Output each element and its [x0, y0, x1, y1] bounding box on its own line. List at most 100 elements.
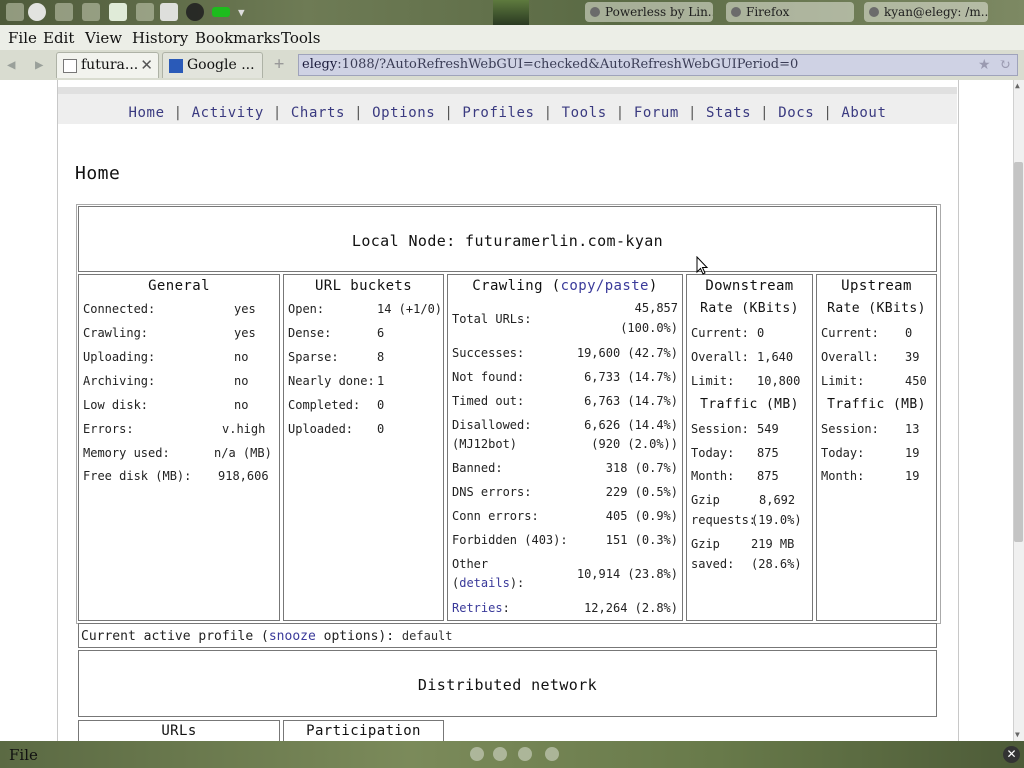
bucket-value: 8: [377, 350, 385, 364]
search-icon[interactable]: [545, 747, 559, 761]
menu-tools[interactable]: Tools: [281, 29, 320, 47]
nav-home[interactable]: Home: [128, 105, 164, 121]
crawl-label-text: ):: [509, 576, 525, 590]
site-nav: Home | Activity | Charts | Options | Profiles | To…: [58, 87, 957, 124]
desktop-thumbnail-icon[interactable]: [493, 0, 529, 25]
general-value: yes: [234, 326, 256, 340]
scroll-down-icon[interactable]: ▼: [1015, 730, 1020, 739]
forward-arrow-icon[interactable]: ▶: [35, 57, 43, 73]
nav-forum[interactable]: Forum: [634, 105, 679, 121]
nav-profiles[interactable]: Profiles: [462, 105, 534, 121]
nav-separator: |: [823, 105, 833, 121]
crawl-label: Not found:: [452, 370, 525, 384]
upstream-value: 450: [905, 374, 927, 388]
nav-stats[interactable]: Stats: [706, 105, 751, 121]
nav-charts[interactable]: Charts: [291, 105, 345, 121]
downstream-label: Gzip: [691, 537, 720, 551]
retries-link[interactable]: Retries: [452, 601, 503, 615]
crawling-title: Crawling (copy/paste): [448, 278, 682, 294]
trash-icon[interactable]: [160, 3, 178, 21]
upstream-value: 19: [905, 446, 920, 460]
general-label: Errors:: [83, 422, 134, 436]
tab-label: futura...: [81, 57, 139, 73]
downstream-label: Month:: [691, 469, 735, 483]
crawl-value: 45,857: [634, 301, 678, 315]
bookmark-star-icon[interactable]: ★: [978, 55, 991, 75]
media-icon[interactable]: [186, 3, 204, 21]
downstream-label: saved:: [691, 557, 735, 571]
nav-about[interactable]: About: [841, 105, 886, 121]
nav-activity[interactable]: Activity: [192, 105, 264, 121]
crawling-title-text: Crawling (: [472, 278, 561, 294]
nav-separator: |: [272, 105, 282, 121]
app-menu-icon[interactable]: [6, 3, 24, 21]
status-bar: File ✕: [0, 741, 1024, 768]
crawl-value: 10,914 (23.8%): [576, 567, 678, 581]
nav-docs[interactable]: Docs: [778, 105, 814, 121]
tab-google[interactable]: Google ...: [162, 52, 263, 78]
crawl-label: Conn errors:: [452, 509, 539, 523]
general-panel: General Connected: yes Crawling: yes Upl…: [78, 274, 280, 621]
scrollbar-thumb[interactable]: [1014, 162, 1023, 542]
menu-view[interactable]: View: [85, 29, 122, 47]
general-label: Archiving:: [83, 374, 156, 388]
nav-links: Home | Activity | Charts | Options | Profiles | To…: [58, 105, 957, 121]
menu-history[interactable]: History: [132, 29, 188, 47]
notes-icon[interactable]: [109, 3, 127, 21]
close-icon[interactable]: ✕: [1003, 746, 1020, 763]
launcher-icon[interactable]: [55, 3, 73, 21]
scroll-up-icon[interactable]: ▲: [1015, 81, 1020, 90]
firefox-icon: [731, 7, 741, 17]
tab-label: Google ...: [187, 57, 255, 73]
url-host: elegy: [302, 57, 338, 72]
nav-tools[interactable]: Tools: [562, 105, 607, 121]
chevron-down-icon[interactable]: ▼: [238, 6, 245, 19]
profile-row: Current active profile (snooze options):…: [78, 623, 937, 648]
taskbar-window-terminal[interactable]: kyan@elegy: /m...: [864, 2, 988, 22]
menu-bookmarks[interactable]: Bookmarks: [195, 29, 280, 47]
pen-icon[interactable]: [470, 747, 484, 761]
downstream-rate-header: Rate (KBits): [700, 301, 799, 316]
crawl-value: 12,264 (2.8%): [584, 601, 678, 615]
bucket-label: Uploaded:: [288, 422, 354, 436]
downstream-value: (28.6%): [751, 557, 802, 571]
new-tab-icon[interactable]: +: [274, 54, 284, 74]
tools-icon[interactable]: [82, 3, 100, 21]
upstream-panel: Upstream Rate (KBits) Current: 0 Overall…: [816, 274, 937, 621]
downstream-label: Today:: [691, 446, 735, 460]
terminal-window-icon: [869, 7, 879, 17]
globe-icon[interactable]: [518, 747, 532, 761]
music-icon[interactable]: [493, 747, 507, 761]
crawling-title-text: ): [648, 278, 658, 294]
url-bar[interactable]: elegy:1088/?AutoRefreshWebGUI=checked&Au…: [298, 54, 1018, 76]
reload-icon[interactable]: ↻: [999, 55, 1011, 75]
taskbar-window-firefox[interactable]: Firefox: [726, 2, 854, 22]
terminal-icon[interactable]: [136, 3, 154, 21]
snooze-link[interactable]: snooze: [269, 629, 316, 644]
bucket-value: 1: [377, 374, 385, 388]
general-label: Free disk (MB):: [83, 469, 192, 483]
bucket-value: 14 (+1/0): [377, 302, 443, 316]
general-value: no: [234, 350, 249, 364]
bucket-label: Completed:: [288, 398, 361, 412]
profile-label: options):: [315, 629, 395, 644]
menu-file[interactable]: File: [8, 29, 37, 47]
back-arrow-icon[interactable]: ◀: [7, 57, 15, 73]
downstream-value: 10,800: [757, 374, 801, 388]
menu-edit[interactable]: Edit: [43, 29, 74, 47]
profile-label: Current active profile (: [81, 629, 269, 644]
taskbar-window-powerless[interactable]: Powerless by Lin...: [585, 2, 713, 22]
distributed-network-title: Distributed network: [417, 676, 598, 694]
nav-options[interactable]: Options: [372, 105, 435, 121]
url-path: :1088/?AutoRefreshWebGUI=checked&AutoRef…: [337, 57, 799, 72]
page-title: Home: [75, 163, 121, 184]
upstream-value: 19: [905, 469, 920, 483]
info-icon[interactable]: [28, 3, 46, 21]
close-tab-icon[interactable]: ✕: [140, 53, 153, 77]
details-link[interactable]: details: [459, 576, 510, 590]
tab-futuramerlin[interactable]: futura... ✕: [56, 52, 159, 78]
crawl-label: Total URLs:: [452, 312, 532, 326]
copy-paste-link[interactable]: copy/paste: [561, 278, 649, 294]
crawl-value: 405 (0.9%): [605, 509, 678, 523]
upstream-label: Current:: [821, 326, 879, 340]
